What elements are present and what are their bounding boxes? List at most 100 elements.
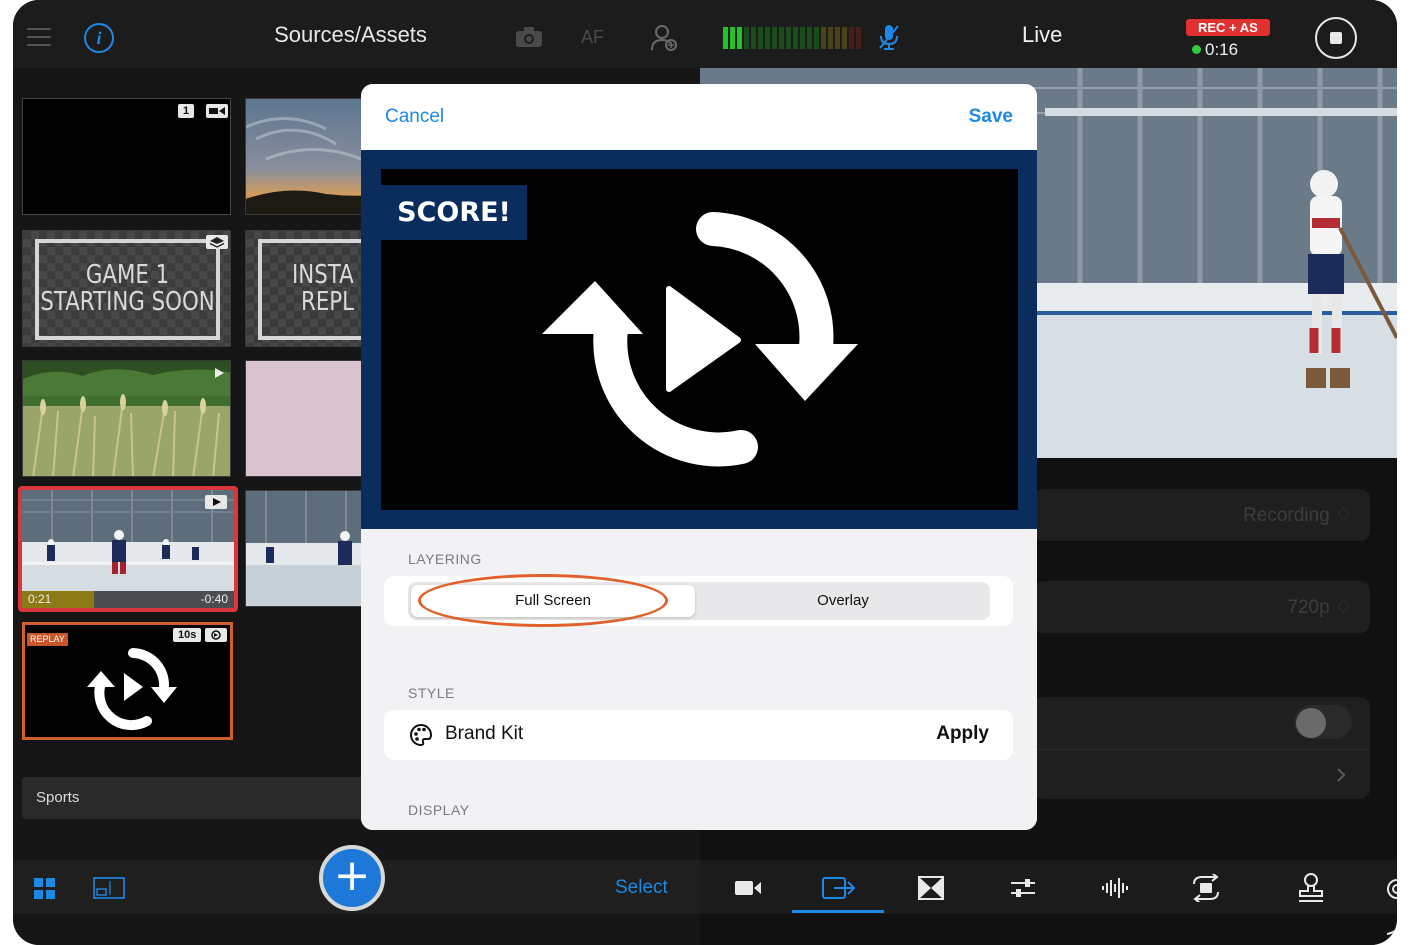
info-icon[interactable]: i xyxy=(84,23,114,53)
replay-small-icon xyxy=(205,628,227,642)
replay-tag: REPLAY xyxy=(27,633,68,646)
source-tile-wheat-video[interactable] xyxy=(22,360,231,477)
rec-status-badge: REC + AS xyxy=(1186,19,1270,36)
source-tile-replay[interactable]: REPLAY 10s xyxy=(22,622,233,740)
multiview-icon[interactable] xyxy=(93,877,125,899)
collection-name-bar[interactable]: Sports xyxy=(22,777,367,819)
style-section-label: STYLE xyxy=(408,685,455,701)
live-bottom-bar xyxy=(700,860,1397,914)
adjustments-tab-icon[interactable] xyxy=(1010,877,1036,899)
stop-stream-button[interactable] xyxy=(1315,17,1357,59)
video-camera-icon xyxy=(206,104,228,118)
hockey-rink-image xyxy=(246,491,374,606)
meter-segment xyxy=(856,27,861,49)
brand-kit-row[interactable]: Brand Kit Apply xyxy=(384,710,1013,760)
meter-segment xyxy=(772,27,777,49)
meter-segment xyxy=(835,27,840,49)
meter-segment xyxy=(842,27,847,49)
live-topbar: Live REC + AS 0:16 xyxy=(700,0,1397,68)
meter-segment xyxy=(758,27,763,49)
ipad-screen: i Sources/Assets AF 1 GAME 1 STARTING SO… xyxy=(13,0,1397,945)
camera-switch-icon[interactable] xyxy=(515,26,543,48)
sources-topbar: i Sources/Assets AF xyxy=(13,0,700,68)
toggle-row xyxy=(1034,697,1370,799)
stop-icon xyxy=(1330,32,1342,44)
sheet-body xyxy=(361,529,1037,830)
layering-section-label: LAYERING xyxy=(408,551,482,567)
add-source-button[interactable]: + xyxy=(319,845,385,911)
recording-mode-row[interactable]: Recording ♢ xyxy=(1034,489,1370,541)
video-icon xyxy=(205,495,227,509)
meter-segment xyxy=(793,27,798,49)
overlay-option[interactable]: Overlay xyxy=(698,585,988,617)
replay-loop-icon xyxy=(87,648,177,731)
resolution-row[interactable]: 720p ♢ xyxy=(1034,581,1370,633)
sources-title: Sources/Assets xyxy=(274,22,427,47)
wheat-field-image xyxy=(23,361,230,476)
toggle-knob xyxy=(1296,708,1326,738)
sheet-header: Cancel Save xyxy=(361,84,1037,150)
camera-tab-icon[interactable] xyxy=(734,878,762,898)
source-tile-hockey-video-2[interactable] xyxy=(245,490,375,607)
layers-icon xyxy=(206,235,228,249)
audio-level-meter xyxy=(723,27,861,49)
microphone-icon[interactable] xyxy=(878,24,900,50)
meter-segment xyxy=(779,27,784,49)
palette-icon xyxy=(410,723,433,747)
meter-segment xyxy=(828,27,833,49)
meter-segment xyxy=(821,27,826,49)
sunset-image xyxy=(246,99,374,214)
grid-view-icon[interactable] xyxy=(34,878,56,900)
replay-duration-badge: 10s xyxy=(173,628,202,642)
cancel-button[interactable]: Cancel xyxy=(385,106,444,128)
menu-icon[interactable] xyxy=(27,28,51,52)
title-line-2: REPL xyxy=(301,287,355,317)
rec-timer: 0:16 xyxy=(1205,40,1239,59)
title-line-1: GAME 1 xyxy=(85,260,170,290)
live-indicator-dot xyxy=(1192,45,1201,54)
meter-segment xyxy=(730,27,735,49)
play-icon xyxy=(215,368,224,378)
audio-tab-icon[interactable] xyxy=(1101,877,1129,899)
meter-segment xyxy=(737,27,742,49)
meter-segment xyxy=(807,27,812,49)
source-number-badge: 1 xyxy=(178,104,195,118)
graphic-settings-sheet: Cancel Save SCORE! LAYERING Full Screen … xyxy=(361,84,1037,830)
source-tile-game-starting[interactable]: GAME 1 STARTING SOON xyxy=(22,230,231,347)
autofocus-button[interactable]: AF xyxy=(581,27,604,48)
live-title: Live xyxy=(1022,22,1063,47)
meter-segment xyxy=(765,27,770,49)
chevron-right-icon[interactable] xyxy=(1336,767,1346,783)
meter-segment xyxy=(723,27,728,49)
setting-toggle[interactable] xyxy=(1294,705,1352,739)
source-tile-hockey-video[interactable]: 0:21 -0:40 xyxy=(18,486,238,612)
output-tab-icon[interactable] xyxy=(822,876,856,900)
source-tile-instant-replay[interactable]: INSTA REPL xyxy=(245,230,375,347)
select-button[interactable]: Select xyxy=(615,877,668,899)
source-tile-camera[interactable]: 1 xyxy=(22,98,231,215)
guest-add-icon[interactable] xyxy=(650,24,678,52)
row-divider xyxy=(1034,749,1370,750)
source-tile-color[interactable] xyxy=(245,360,375,477)
score-tag: SCORE! xyxy=(381,185,527,240)
graphic-preview-canvas: SCORE! xyxy=(381,169,1018,510)
elapsed-time: 0:21 xyxy=(28,592,52,606)
stamp-tab-icon[interactable] xyxy=(1297,873,1325,903)
swap-cameras-tab-icon[interactable] xyxy=(1188,874,1224,902)
settings-tab-icon[interactable] xyxy=(1383,876,1397,902)
transition-tab-icon[interactable] xyxy=(918,876,944,900)
remaining-time: -0:40 xyxy=(200,592,228,606)
source-tile-sunset[interactable] xyxy=(245,98,375,215)
resize-handle-icon xyxy=(1386,927,1397,935)
apply-button[interactable]: Apply xyxy=(936,723,989,745)
meter-segment xyxy=(849,27,854,49)
meter-segment xyxy=(800,27,805,49)
meter-segment xyxy=(744,27,749,49)
title-line-1: INSTA xyxy=(292,260,354,290)
brand-kit-label: Brand Kit xyxy=(445,723,524,744)
meter-segment xyxy=(786,27,791,49)
graphic-preview: SCORE! xyxy=(361,150,1037,529)
recording-mode-value: Recording ♢ xyxy=(1243,505,1352,526)
title-line-2: STARTING SOON xyxy=(40,287,215,317)
save-button[interactable]: Save xyxy=(969,106,1013,128)
